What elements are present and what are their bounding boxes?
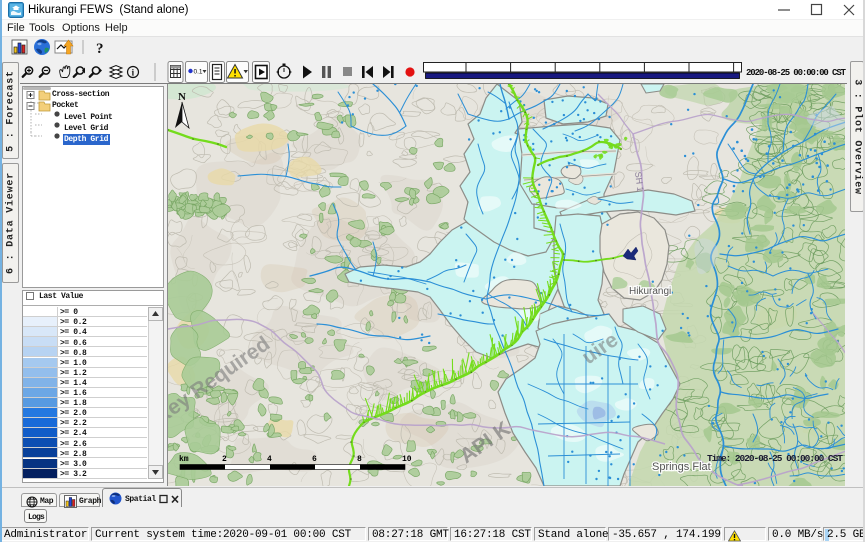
- svg-text:10: 10: [402, 455, 412, 464]
- svg-text:Springs Flat: Springs Flat: [652, 461, 711, 473]
- svg-text:Hikurangi: Hikurangi: [629, 286, 671, 297]
- svg-text:i: i: [132, 68, 135, 78]
- svg-text:8: 8: [357, 455, 362, 464]
- svg-text:Time: 2020-08-25 00:00:00 CST: Time: 2020-08-25 00:00:00 CST: [707, 453, 843, 464]
- svg-text:0.1: 0.1: [194, 69, 203, 76]
- svg-text:N: N: [178, 91, 186, 103]
- svg-text:2: 2: [222, 455, 227, 464]
- svg-text:6: 6: [312, 455, 317, 464]
- svg-text:?: ?: [96, 41, 104, 57]
- svg-text:km: km: [179, 455, 189, 464]
- svg-text:4: 4: [267, 455, 272, 464]
